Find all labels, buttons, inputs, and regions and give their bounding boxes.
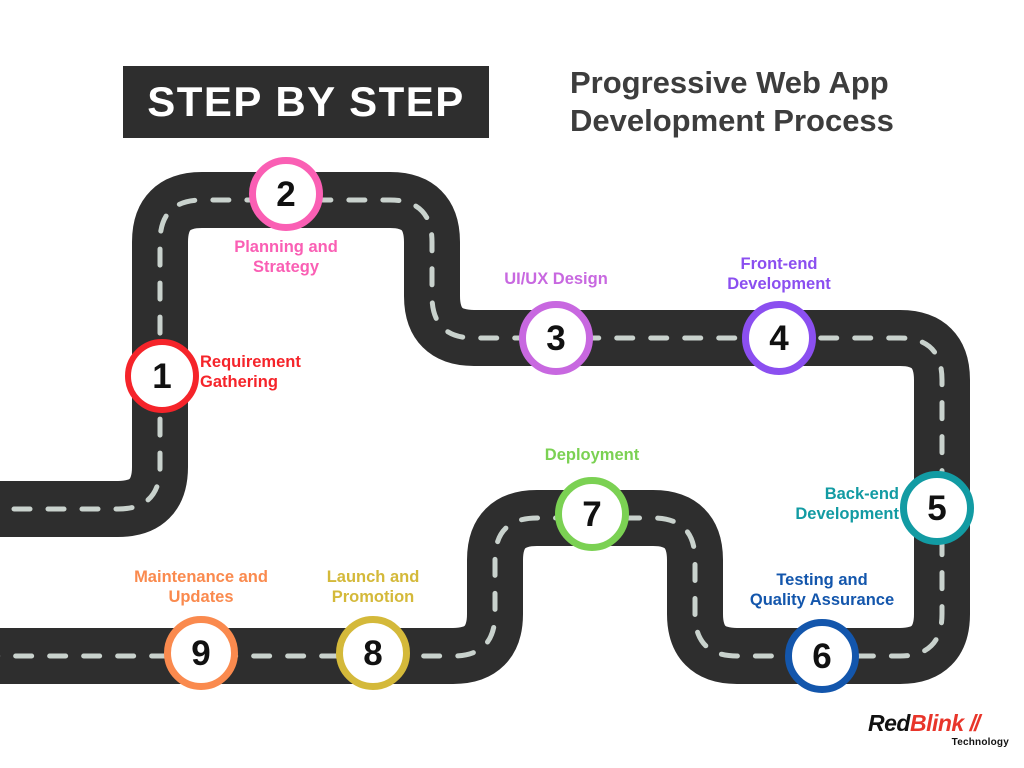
redblink-logo: RedBlink // Technology	[868, 712, 1013, 760]
step-number-4: 4	[769, 318, 789, 358]
step-number-2: 2	[276, 174, 296, 214]
step-circle-6[interactable]: 6	[785, 619, 859, 693]
step-circle-1[interactable]: 1	[125, 339, 199, 413]
step-label-4: Front-end Development	[727, 255, 831, 293]
step-circle-4[interactable]: 4	[742, 301, 816, 375]
step-circle-8[interactable]: 8	[336, 616, 410, 690]
logo-slashes-icon: //	[969, 710, 981, 736]
step-label-5: Back-end Development	[795, 485, 899, 523]
step-number-7: 7	[582, 494, 602, 534]
step-number-9: 9	[191, 633, 211, 673]
logo-word-blink: Blink	[909, 710, 964, 736]
step-circle-9[interactable]: 9	[164, 616, 238, 690]
step-label-3: UI/UX Design	[504, 270, 608, 288]
step-number-8: 8	[363, 633, 383, 673]
logo-word-red: Red	[868, 710, 910, 736]
step-label-2: Planning and Strategy	[234, 238, 338, 276]
step-label-8: Launch and Promotion	[326, 568, 420, 606]
step-label-7: Deployment	[544, 446, 640, 464]
logo-wordmark: RedBlink //	[868, 712, 1013, 735]
infographic-canvas: STEP BY STEP Progressive Web App Develop…	[0, 0, 1024, 768]
step-number-5: 5	[927, 488, 947, 528]
step-label-6: Testing and Quality Assurance	[749, 571, 895, 609]
step-circle-7[interactable]: 7	[555, 477, 629, 551]
step-number-1: 1	[152, 356, 172, 396]
step-label-1: Requirement Gathering	[200, 353, 301, 391]
step-circle-2[interactable]: 2	[249, 157, 323, 231]
step-circle-3[interactable]: 3	[519, 301, 593, 375]
step-number-3: 3	[546, 318, 566, 358]
logo-subtitle: Technology	[951, 737, 1009, 748]
step-circle-5[interactable]: 5	[900, 471, 974, 545]
step-label-9: Maintenance and Updates	[134, 568, 268, 606]
step-number-6: 6	[812, 636, 832, 676]
